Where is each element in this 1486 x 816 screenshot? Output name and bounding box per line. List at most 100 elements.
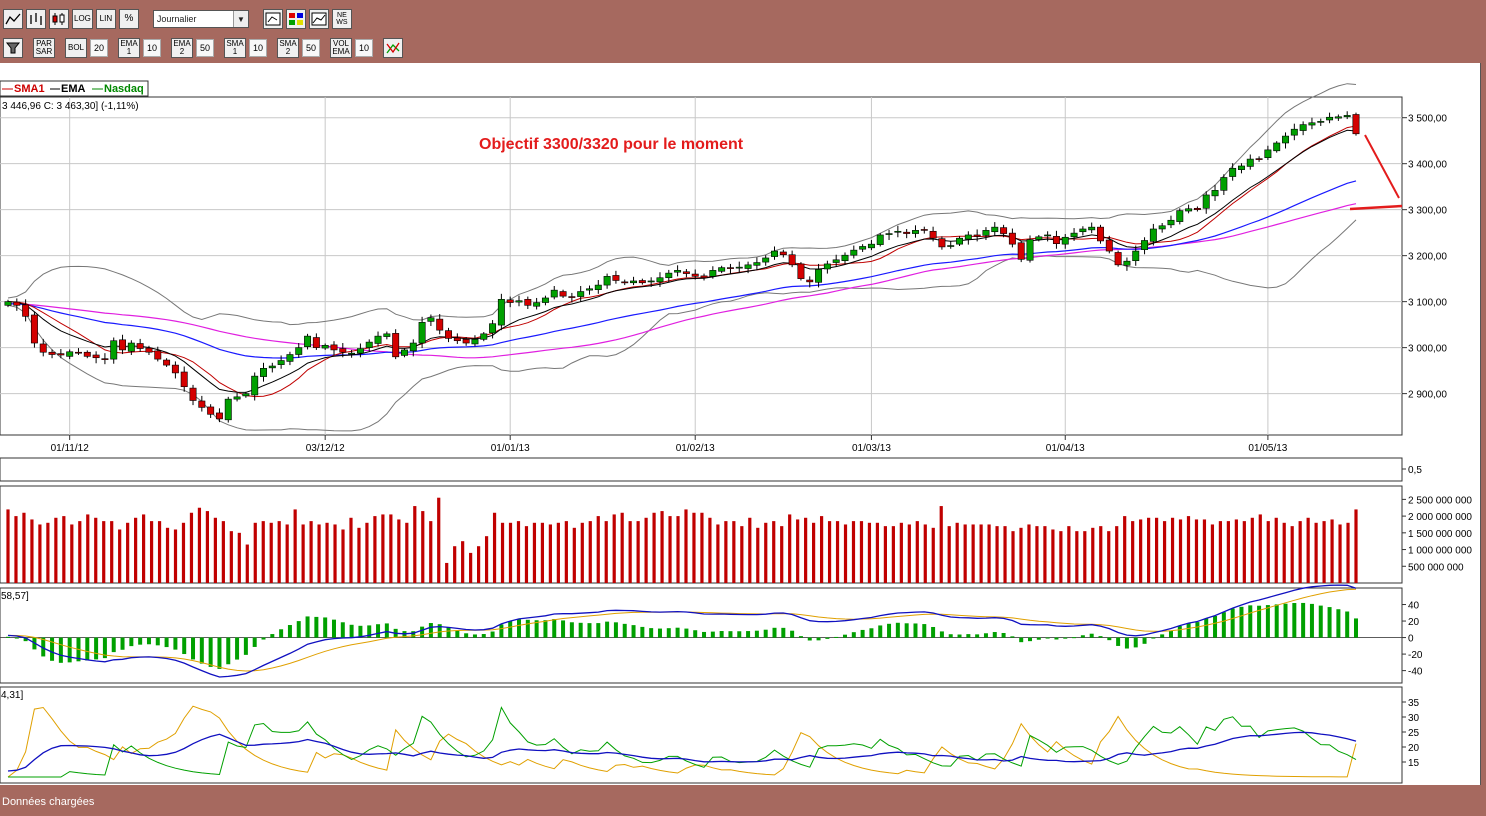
period-select[interactable]: Journalier ▼ [152,10,249,28]
macd-histogram-bar [887,623,892,638]
zoom-icon[interactable] [262,9,283,29]
volume-bar [652,512,656,583]
macd-histogram-bar [860,629,865,638]
volume-bar [110,521,114,583]
candle-body [1352,114,1360,135]
candle-body [524,299,532,306]
volume-bar [1338,524,1342,583]
volume-bar [141,514,146,583]
macd-histogram-bar [790,630,795,638]
candle-body [982,230,990,236]
volume-bar [157,521,162,583]
macd-histogram-bar [913,623,918,638]
candle-body [1070,232,1078,238]
candle-body [929,230,937,239]
candle-body [1185,208,1193,212]
volume-bar [54,517,58,583]
volume-bar [1210,524,1215,583]
macd-histogram-bar [455,630,460,638]
drawing-tool-icon[interactable] [383,38,403,58]
volume-y-tick-label: 500 000 000 [1408,562,1464,573]
volume-bar [349,517,353,583]
candle-body [1044,234,1052,237]
price-x-tick-label: 01/01/13 [491,443,530,454]
sma1-period-input[interactable]: 10 [249,39,267,57]
ema2-button[interactable]: EMA 2 [171,38,193,58]
volume-bar [317,524,321,583]
candle-body [682,271,690,274]
candle-body [753,262,761,266]
volume-bar [197,507,202,583]
volume-bar [812,522,816,583]
macd-histogram-bar [155,637,160,646]
candle-body [806,279,814,283]
candle-body [867,243,875,249]
candle-body [744,264,752,269]
candle-body [656,277,664,283]
candle-body [718,267,726,272]
macd-histogram-bar [182,637,187,655]
compare-icon[interactable] [308,9,329,29]
volume-bar [756,527,760,583]
volume-bar [1091,527,1095,583]
macd-histogram-bar [323,617,328,638]
candle-body [630,280,638,284]
candle-body [312,337,320,348]
candle-body [1220,177,1228,191]
volume-bar [389,514,393,583]
oscillator-tick-label: 0,5 [1408,465,1422,476]
candle-body [453,337,461,342]
volume-bar [285,524,289,583]
candle-body [392,333,400,358]
ema1-period-input[interactable]: 10 [143,39,161,57]
percent-scale-button[interactable]: % [118,9,139,29]
chart-canvas[interactable]: 01/11/12 03/12/12 01/01/13 01/02/13 01/03/13… [0,63,1480,785]
volume-bar [245,544,249,583]
candle-body [515,300,523,303]
volume-ema-period-input[interactable]: 10 [355,39,373,57]
volume-bar [804,517,808,583]
sma2-period-input[interactable]: 50 [302,39,320,57]
macd-histogram-bar [728,631,733,638]
legend-nasdaq-label: Nasdaq [104,83,144,95]
target-annotation: Objectif 3300/3320 pour le moment [479,136,744,153]
bollinger-period-input[interactable]: 20 [90,39,108,57]
bar-chart-icon[interactable] [26,9,46,29]
news-icon[interactable]: NE WS [331,9,352,29]
price-y-tick-label: 2 900,00 [1408,390,1447,401]
linear-scale-button[interactable]: LIN [95,9,116,29]
macd-histogram-bar [569,622,574,638]
line-chart-icon[interactable] [3,9,23,29]
macd-histogram-bar [1309,603,1314,638]
candle-body [268,365,276,369]
volume-bar [628,521,632,583]
volume-bar [30,519,34,583]
candle-body [1061,236,1069,245]
candle-body [674,270,682,273]
candle-body [127,342,135,352]
candle-body [823,263,831,270]
macd-histogram-bar [349,624,354,638]
filter-icon[interactable] [3,38,23,58]
volume-bar [548,524,552,583]
ema1-button[interactable]: EMA 1 [118,38,140,58]
volume-bar [1003,526,1007,583]
volume-bar [668,516,672,583]
sma2-button[interactable]: SMA 2 [277,38,299,58]
price-y-tick-label: 3 300,00 [1408,206,1447,217]
color-palette-icon[interactable] [285,9,306,29]
volume-bar [1035,526,1039,583]
par-sar-button[interactable]: PAR SAR [33,38,55,58]
volume-bar [843,524,848,583]
price-x-tick-label: 01/11/12 [51,443,90,454]
candlestick-icon[interactable] [49,9,69,29]
volume-bar [1314,522,1318,583]
macd-histogram-bar [657,628,662,638]
volume-bar [293,509,297,583]
bollinger-button[interactable]: BOL [65,38,87,58]
sma1-button[interactable]: SMA 1 [224,38,246,58]
macd-histogram-bar [1045,637,1050,639]
log-scale-button[interactable]: LOG [72,9,93,29]
ema2-period-input[interactable]: 50 [196,39,214,57]
volume-ema-button[interactable]: VOL EMA [330,38,352,58]
